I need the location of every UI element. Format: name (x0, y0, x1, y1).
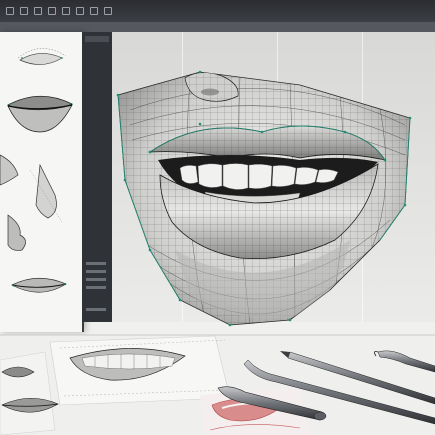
sketch-lips (19, 53, 63, 65)
sketch-nose (35, 163, 57, 219)
sketch-profile (7, 214, 26, 251)
artwork (0, 48, 435, 435)
scene (0, 0, 435, 435)
reference-sketches (0, 48, 73, 293)
mouth-3d-model[interactable] (116, 70, 412, 328)
sketch-profile (0, 154, 19, 186)
